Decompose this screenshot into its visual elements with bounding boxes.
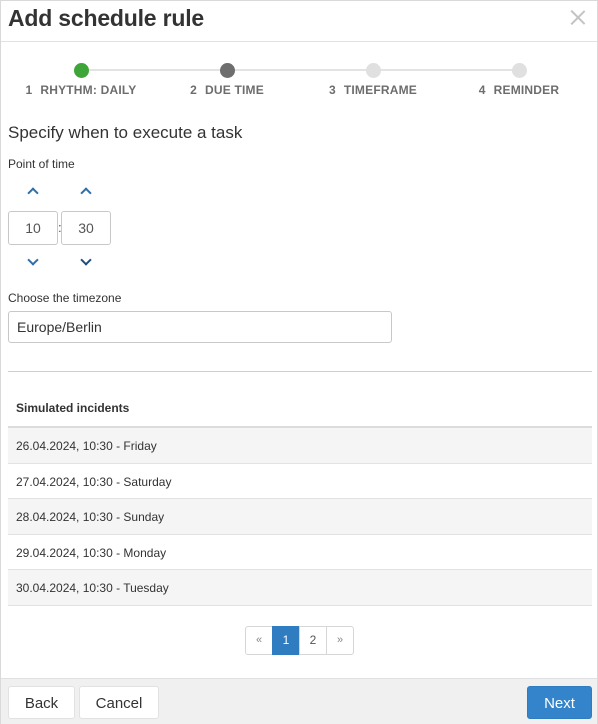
table-row: 26.04.2024, 10:30 - Friday: [8, 428, 592, 464]
minute-up-icon[interactable]: [79, 185, 93, 199]
step-rhythm[interactable]: 1 RHYTHM: DAILY: [1, 59, 161, 97]
next-button[interactable]: Next: [527, 686, 592, 719]
cancel-button[interactable]: Cancel: [79, 686, 159, 719]
table-row: 29.04.2024, 10:30 - Monday: [8, 534, 592, 570]
dialog-title: Add schedule rule: [8, 5, 204, 31]
table-row: 27.04.2024, 10:30 - Saturday: [8, 463, 592, 499]
hour-up-icon[interactable]: [26, 185, 40, 199]
dialog-header: Add schedule rule: [1, 1, 597, 42]
point-of-time-label: Point of time: [8, 157, 75, 171]
close-icon[interactable]: [569, 8, 587, 26]
pagination: « 1 2 »: [245, 626, 354, 655]
step-dot: [73, 63, 89, 78]
step-dot: [511, 63, 527, 78]
step-label: 4 REMINDER: [478, 83, 560, 97]
table-row: 30.04.2024, 10:30 - Tuesday: [8, 570, 592, 606]
page-next-button[interactable]: »: [326, 626, 354, 655]
section-divider: [8, 371, 592, 372]
step-dot: [365, 63, 381, 78]
page-prev-button[interactable]: «: [245, 626, 273, 655]
minute-down-icon[interactable]: [79, 255, 93, 269]
back-button[interactable]: Back: [8, 686, 75, 719]
hour-input[interactable]: 10: [8, 211, 58, 245]
step-due-time[interactable]: 2 DUE TIME: [147, 59, 307, 97]
stepper: 1 RHYTHM: DAILY 2 DUE TIME 3 TIMEFRAME 4 REM…: [1, 59, 598, 99]
page-1-button[interactable]: 1: [272, 626, 300, 655]
step-timeframe[interactable]: 3 TIMEFRAME: [293, 59, 453, 97]
step-label: 1 RHYTHM: DAILY: [25, 83, 137, 97]
step-label: 2 DUE TIME: [190, 83, 264, 97]
step-label: 3 TIMEFRAME: [328, 83, 417, 97]
incidents-table: Simulated incidents 26.04.2024, 10:30 - …: [8, 391, 592, 606]
incidents-header: Simulated incidents: [8, 391, 592, 428]
section-title: Specify when to execute a task: [8, 123, 243, 142]
table-row: 28.04.2024, 10:30 - Sunday: [8, 499, 592, 535]
schedule-rule-dialog: Add schedule rule 1 RHYTHM: DAILY 2 DUE TI…: [0, 0, 598, 724]
step-reminder[interactable]: 4 REMINDER: [439, 59, 598, 97]
timezone-label: Choose the timezone: [8, 291, 122, 305]
step-dot: [219, 63, 235, 78]
hour-down-icon[interactable]: [26, 255, 40, 269]
page-2-button[interactable]: 2: [299, 626, 327, 655]
minute-input[interactable]: 30: [61, 211, 111, 245]
dialog-footer: Back Cancel Next: [1, 678, 597, 724]
timezone-input[interactable]: [8, 311, 392, 343]
